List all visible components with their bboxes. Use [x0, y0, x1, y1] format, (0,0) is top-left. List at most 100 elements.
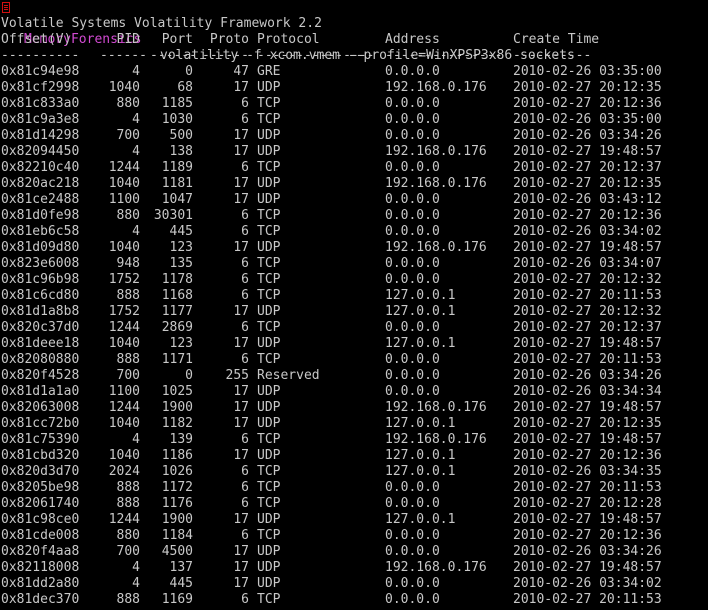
cell-port: 138 — [169, 144, 193, 159]
cell-protocol: TCP — [257, 272, 281, 287]
cell-proto: 6 — [241, 432, 249, 447]
cell-port: 445 — [169, 576, 193, 591]
cell-offset: 0x820ac218 — [1, 176, 80, 191]
cell-pid: 4 — [132, 560, 140, 575]
cell-proto: 17 — [233, 400, 249, 415]
cell-address: 192.168.0.176 — [385, 176, 487, 191]
cell-offset: 0x81c833a0 — [1, 96, 80, 111]
cell-port: 2869 — [161, 320, 193, 335]
cell-proto: 6 — [241, 464, 249, 479]
cell-pid: 880 — [116, 528, 140, 543]
cell-create-time: 2010-02-27 20:12:36 — [513, 208, 662, 223]
cell-create-time: 2010-02-27 20:12:35 — [513, 416, 662, 431]
cell-port: 139 — [169, 432, 193, 447]
cell-address: 0.0.0.0 — [385, 352, 440, 367]
table-separator-row: ---------- ------ ------ ------ --------… — [0, 48, 708, 64]
cell-pid: 1040 — [108, 176, 140, 191]
cell-address: 0.0.0.0 — [385, 224, 440, 239]
header-address: Address — [385, 32, 440, 47]
cell-proto: 255 — [225, 368, 249, 383]
cell-port: 123 — [169, 336, 193, 351]
cell-pid: 4 — [132, 432, 140, 447]
cell-offset: 0x81c6cd80 — [1, 288, 80, 303]
cell-pid: 1100 — [108, 384, 140, 399]
cell-pid: 4 — [132, 576, 140, 591]
cell-proto: 17 — [233, 560, 249, 575]
cell-protocol: TCP — [257, 208, 281, 223]
table-row: 0x81deee18 1040 123 17 UDP 127.0.0.1 2010-02-2… — [0, 336, 708, 352]
header-pid: PID — [116, 32, 140, 47]
cell-pid: 4 — [132, 112, 140, 127]
cell-port: 1900 — [161, 512, 193, 527]
cell-pid: 1040 — [108, 448, 140, 463]
cell-address: 0.0.0.0 — [385, 320, 440, 335]
cell-offset: 0x81d09d80 — [1, 240, 80, 255]
cell-offset: 0x81c94e98 — [1, 64, 80, 79]
table-row: 0x81dd2a80 4 445 17 UDP 0.0.0.0 2010-02-26 03:… — [0, 576, 708, 592]
table-row: 0x81cde008 880 1184 6 TCP 0.0.0.0 2010-02-27 2… — [0, 528, 708, 544]
table-row: 0x81c96b98 1752 1178 6 TCP 0.0.0.0 2010-02-27 … — [0, 272, 708, 288]
cell-offset: 0x820f4528 — [1, 368, 80, 383]
cell-create-time: 2010-02-26 03:34:35 — [513, 464, 662, 479]
table-row: 0x820c37d0 1244 2869 6 TCP 0.0.0.0 2010-02-27 … — [0, 320, 708, 336]
cell-pid: 880 — [116, 208, 140, 223]
cell-address: 0.0.0.0 — [385, 128, 440, 143]
cell-pid: 1244 — [108, 512, 140, 527]
cell-port: 30301 — [153, 208, 193, 223]
cell-port: 1172 — [161, 480, 193, 495]
header-proto: Proto — [209, 32, 249, 47]
table-row: 0x81cc72b0 1040 1182 17 UDP 127.0.0.1 2010-02-… — [0, 416, 708, 432]
cell-protocol: TCP — [257, 480, 281, 495]
cell-port: 1169 — [161, 592, 193, 607]
cell-protocol: UDP — [257, 448, 281, 463]
cell-create-time: 2010-02-27 19:48:57 — [513, 240, 662, 255]
cell-address: 0.0.0.0 — [385, 112, 440, 127]
cell-create-time: 2010-02-27 19:48:57 — [513, 400, 662, 415]
separator-protocol: --------------- — [257, 48, 375, 63]
table-row: 0x81d1a8b8 1752 1177 17 UDP 127.0.0.1 2010-02-… — [0, 304, 708, 320]
cell-offset: 0x81cc72b0 — [1, 416, 80, 431]
cell-offset: 0x81dd2a80 — [1, 576, 80, 591]
separator-pid: ------ — [100, 48, 147, 63]
cell-create-time: 2010-02-26 03:34:26 — [513, 544, 662, 559]
cell-pid: 1040 — [108, 336, 140, 351]
cell-pid: 700 — [116, 544, 140, 559]
cell-offset: 0x81eb6c58 — [1, 224, 80, 239]
banner-line: Volatile Systems Volatility Framework 2.… — [1, 16, 322, 31]
terminal-window[interactable]: MemoryForensics volatility -f xcom.vmem … — [0, 0, 708, 610]
cell-create-time: 2010-02-27 20:11:53 — [513, 288, 662, 303]
cell-create-time: 2010-02-27 20:12:37 — [513, 160, 662, 175]
cell-port: 1177 — [161, 304, 193, 319]
table-row: 0x81cbd320 1040 1186 17 UDP 127.0.0.1 2010-02-… — [0, 448, 708, 464]
cell-address: 0.0.0.0 — [385, 592, 440, 607]
cell-create-time: 2010-02-27 19:48:57 — [513, 336, 662, 351]
cell-pid: 888 — [116, 352, 140, 367]
cell-port: 1026 — [161, 464, 193, 479]
cell-port: 1184 — [161, 528, 193, 543]
cell-address: 127.0.0.1 — [385, 464, 456, 479]
cell-pid: 888 — [116, 592, 140, 607]
cell-create-time: 2010-02-26 03:34:26 — [513, 128, 662, 143]
cell-port: 4500 — [161, 544, 193, 559]
cell-offset: 0x81cf2998 — [1, 80, 80, 95]
cell-proto: 6 — [241, 496, 249, 511]
cell-proto: 6 — [241, 480, 249, 495]
cell-port: 1025 — [161, 384, 193, 399]
cell-proto: 17 — [233, 128, 249, 143]
cell-create-time: 2010-02-27 20:12:37 — [513, 320, 662, 335]
table-row: 0x82061740 888 1176 6 TCP 0.0.0.0 2010-02-27 2… — [0, 496, 708, 512]
table-row: 0x81c833a0 880 1185 6 TCP 0.0.0.0 2010-02-27 2… — [0, 96, 708, 112]
cell-offset: 0x82061740 — [1, 496, 80, 511]
cell-port: 1171 — [161, 352, 193, 367]
cell-proto: 6 — [241, 256, 249, 271]
cell-create-time: 2010-02-26 03:34:07 — [513, 256, 662, 271]
table-row: 0x8205be98 888 1172 6 TCP 0.0.0.0 2010-02-27 2… — [0, 480, 708, 496]
cell-protocol: TCP — [257, 96, 281, 111]
cell-offset: 0x81d1a8b8 — [1, 304, 80, 319]
cell-protocol: UDP — [257, 144, 281, 159]
cell-protocol: UDP — [257, 80, 281, 95]
cell-create-time: 2010-02-27 19:48:57 — [513, 144, 662, 159]
cell-proto: 6 — [241, 592, 249, 607]
cell-protocol: TCP — [257, 256, 281, 271]
cell-protocol: UDP — [257, 576, 281, 591]
